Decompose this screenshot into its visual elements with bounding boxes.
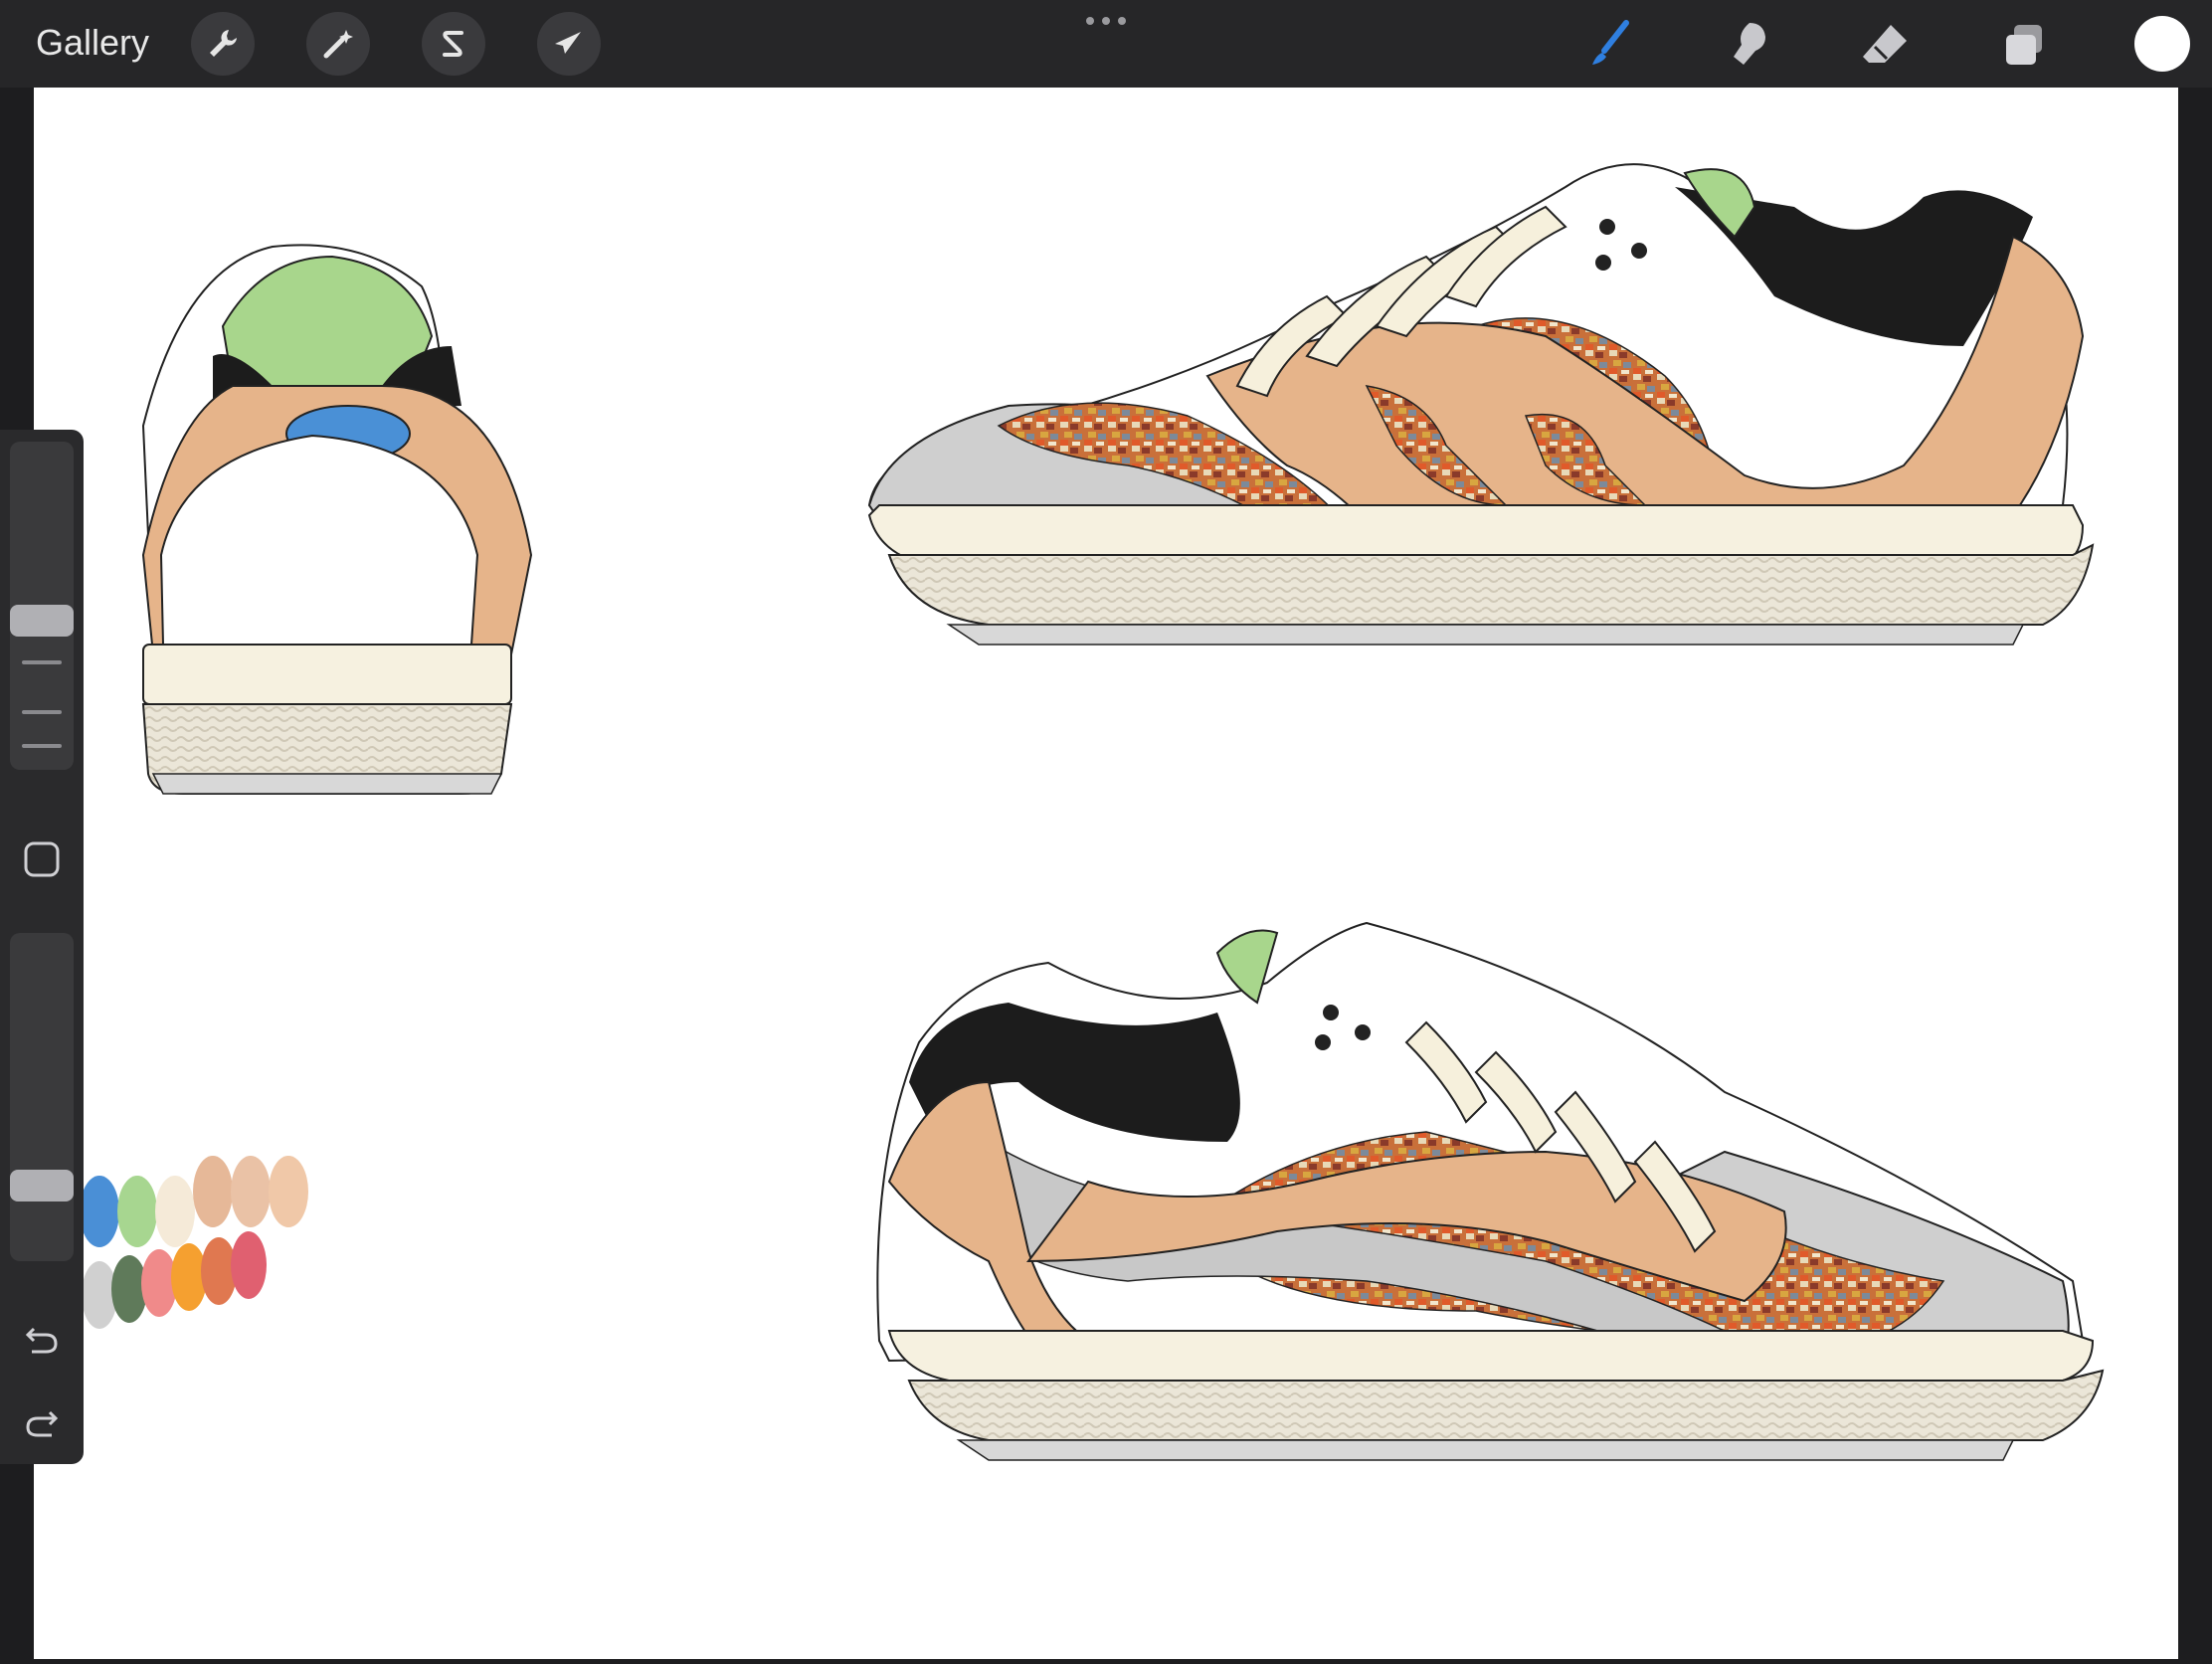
- eraser-icon[interactable]: [1854, 14, 1916, 76]
- palette-swatch: [231, 1231, 267, 1299]
- layers-icon[interactable]: [1993, 14, 2055, 76]
- top-toolbar: Gallery: [0, 0, 2212, 88]
- gallery-button[interactable]: Gallery: [36, 22, 149, 64]
- slider-tick: [22, 744, 62, 748]
- selection-s-icon[interactable]: [422, 12, 485, 76]
- more-options-icon[interactable]: [1082, 14, 1130, 28]
- brush-size-handle[interactable]: [10, 604, 74, 637]
- redo-icon[interactable]: [14, 1394, 70, 1450]
- palette-swatch: [231, 1156, 271, 1227]
- side-view-shoe-bottom: [876, 921, 2105, 1461]
- arrow-cursor-icon[interactable]: [537, 12, 601, 76]
- smudge-finger-icon[interactable]: [1717, 14, 1778, 76]
- side-view-shoe-top: [867, 163, 2095, 646]
- color-palette-swatches: [80, 1156, 308, 1329]
- slider-tick: [22, 660, 62, 664]
- slider-tick: [22, 710, 62, 714]
- palette-swatch: [269, 1156, 308, 1227]
- palette-swatch: [80, 1176, 119, 1247]
- drawing-canvas[interactable]: [34, 88, 2178, 1659]
- palette-swatch: [155, 1176, 195, 1247]
- magic-wand-icon[interactable]: [306, 12, 370, 76]
- modify-square-icon[interactable]: [14, 832, 70, 887]
- palette-swatch: [193, 1156, 233, 1227]
- sneaker-artwork: [80, 163, 2105, 1461]
- palette-swatch: [117, 1176, 157, 1247]
- rear-view-shoe: [141, 244, 533, 795]
- brush-opacity-slider[interactable]: [10, 933, 74, 1261]
- undo-icon[interactable]: [14, 1311, 70, 1367]
- brush-opacity-handle[interactable]: [10, 1170, 74, 1202]
- brush-icon[interactable]: [1577, 14, 1639, 76]
- color-picker-swatch[interactable]: [2134, 16, 2190, 72]
- left-sidebar: [0, 430, 84, 1464]
- wrench-icon[interactable]: [191, 12, 255, 76]
